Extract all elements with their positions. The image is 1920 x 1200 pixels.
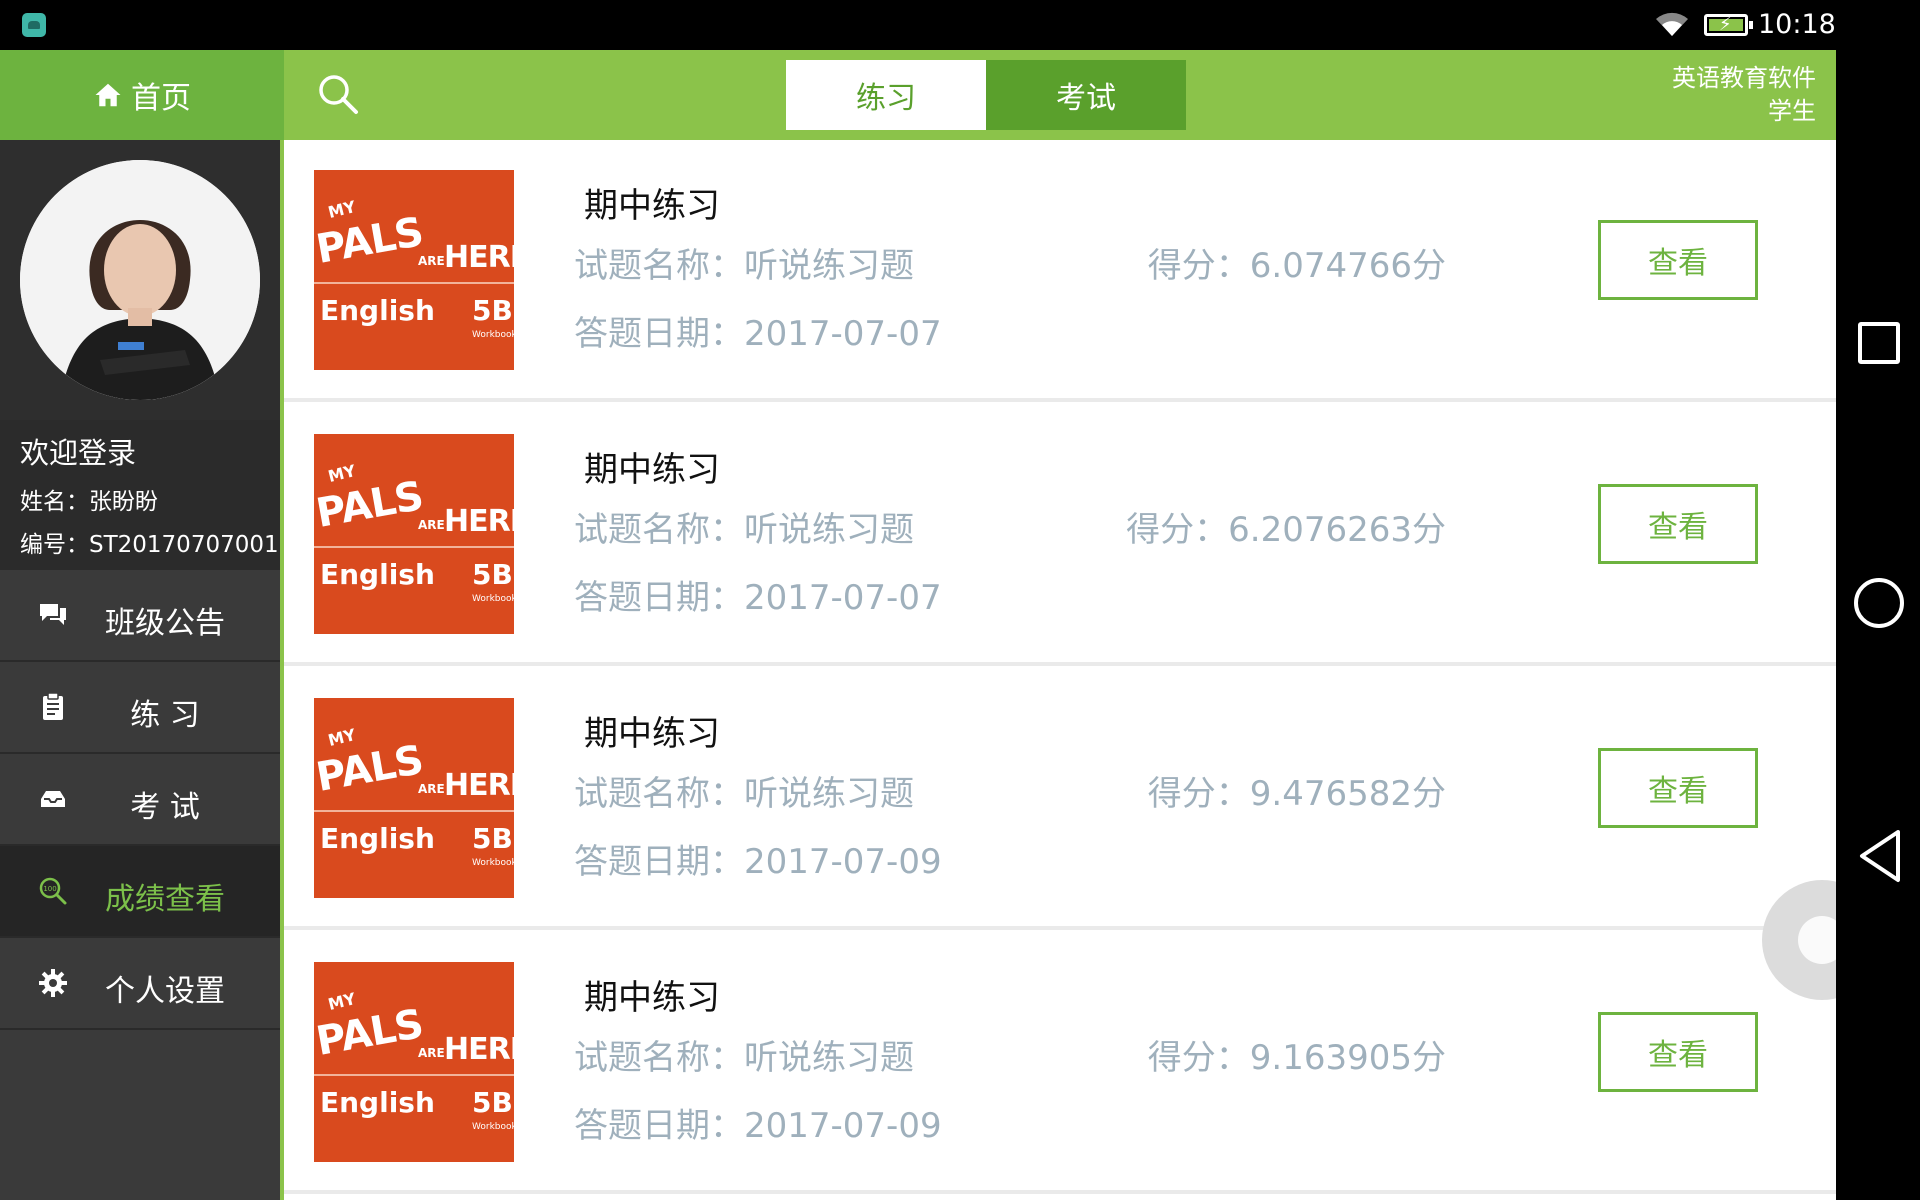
clock: 10:18: [1758, 9, 1836, 40]
book-cover: MYPALS AREHERE English5B Workbook: [314, 962, 514, 1162]
search-icon[interactable]: [316, 72, 360, 116]
sidebar-item-scores[interactable]: 100 成绩查看: [0, 846, 280, 938]
mode-tabs: 练习 考试: [786, 60, 1186, 130]
record-test-name: 试题名称：听说练习题: [574, 1038, 914, 1078]
sidebar-menu: 班级公告 练 习 考 试 100 成绩查看 个人设置: [0, 570, 280, 1030]
recent-apps-button[interactable]: [1858, 322, 1900, 364]
sidebar-item-practice[interactable]: 练 习: [0, 662, 280, 754]
status-bar: ⚡ 10:18: [0, 0, 1836, 50]
home-label: 首页: [131, 81, 191, 116]
top-bar: 首页 练习 考试 英语教育软件 学生: [0, 50, 1836, 140]
sidebar: 欢迎登录 姓名：张盼盼 编号：ST20170707001 班级公告 练 习 考 …: [0, 140, 280, 1200]
home-icon: [95, 83, 121, 107]
wifi-icon: [1656, 12, 1688, 36]
app-window: 首页 练习 考试 英语教育软件 学生 欢迎登录 姓名：张盼盼 编号：ST2017…: [0, 50, 1882, 1200]
record-date: 答题日期：2017-07-07: [574, 578, 942, 618]
sidebar-item-exam[interactable]: 考 试: [0, 754, 280, 846]
tab-practice[interactable]: 练习: [786, 60, 986, 130]
view-button[interactable]: 查看: [1598, 748, 1758, 828]
app-name: 英语教育软件: [1672, 64, 1816, 92]
record-score: 得分：6.2076263分: [1126, 510, 1446, 550]
android-notification-icon: [22, 13, 46, 37]
book-cover: MYPALS AREHERE English5B Workbook: [314, 698, 514, 898]
record-title: 期中练习: [584, 450, 720, 490]
back-button[interactable]: [1856, 828, 1904, 884]
list-item: MYPALS AREHERE English5B Workbook 期中练习 试…: [284, 404, 1836, 666]
record-date: 答题日期：2017-07-09: [574, 842, 942, 882]
view-button[interactable]: 查看: [1598, 220, 1758, 300]
tab-exam[interactable]: 考试: [986, 60, 1186, 130]
book-cover: MYPALS AREHERE English5B Workbook: [314, 170, 514, 370]
record-score: 得分：9.476582分: [1147, 774, 1446, 814]
battery-icon: ⚡: [1704, 14, 1753, 36]
record-title: 期中练习: [584, 714, 720, 754]
user-name: 姓名：张盼盼: [20, 489, 158, 515]
book-cover: MYPALS AREHERE English5B Workbook: [314, 434, 514, 634]
record-test-name: 试题名称：听说练习题: [574, 774, 914, 814]
avatar[interactable]: [20, 160, 260, 400]
list-item: MYPALS AREHERE English5B Workbook 期中练习 试…: [284, 932, 1836, 1194]
navigation-bar: [1836, 0, 1920, 1200]
avatar-area: [0, 140, 280, 420]
score-list[interactable]: MYPALS AREHERE English5B Workbook 期中练习 试…: [284, 140, 1836, 1200]
view-button[interactable]: 查看: [1598, 484, 1758, 564]
sidebar-item-announcements[interactable]: 班级公告: [0, 570, 280, 662]
record-date: 答题日期：2017-07-07: [574, 314, 942, 354]
user-id: 编号：ST20170707001: [20, 532, 279, 558]
user-role: 学生: [1768, 97, 1816, 125]
welcome-text: 欢迎登录: [20, 436, 137, 470]
view-button[interactable]: 查看: [1598, 1012, 1758, 1092]
record-title: 期中练习: [584, 186, 720, 226]
record-test-name: 试题名称：听说练习题: [574, 246, 914, 286]
avatar-portrait: [20, 160, 260, 400]
record-test-name: 试题名称：听说练习题: [574, 510, 914, 550]
home-nav-button[interactable]: [1854, 578, 1904, 628]
list-item: MYPALS AREHERE English5B Workbook 期中练习 试…: [284, 140, 1836, 402]
home-button[interactable]: 首页: [0, 50, 284, 140]
app-info: 英语教育软件 学生: [1672, 62, 1816, 128]
record-score: 得分：6.074766分: [1147, 246, 1446, 286]
record-date: 答题日期：2017-07-09: [574, 1106, 942, 1146]
record-title: 期中练习: [584, 978, 720, 1018]
sidebar-item-settings[interactable]: 个人设置: [0, 938, 280, 1030]
list-item: MYPALS AREHERE English5B Workbook 期中练习 试…: [284, 668, 1836, 930]
record-score: 得分：9.163905分: [1147, 1038, 1446, 1078]
user-info: 欢迎登录 姓名：张盼盼 编号：ST20170707001: [0, 420, 280, 570]
